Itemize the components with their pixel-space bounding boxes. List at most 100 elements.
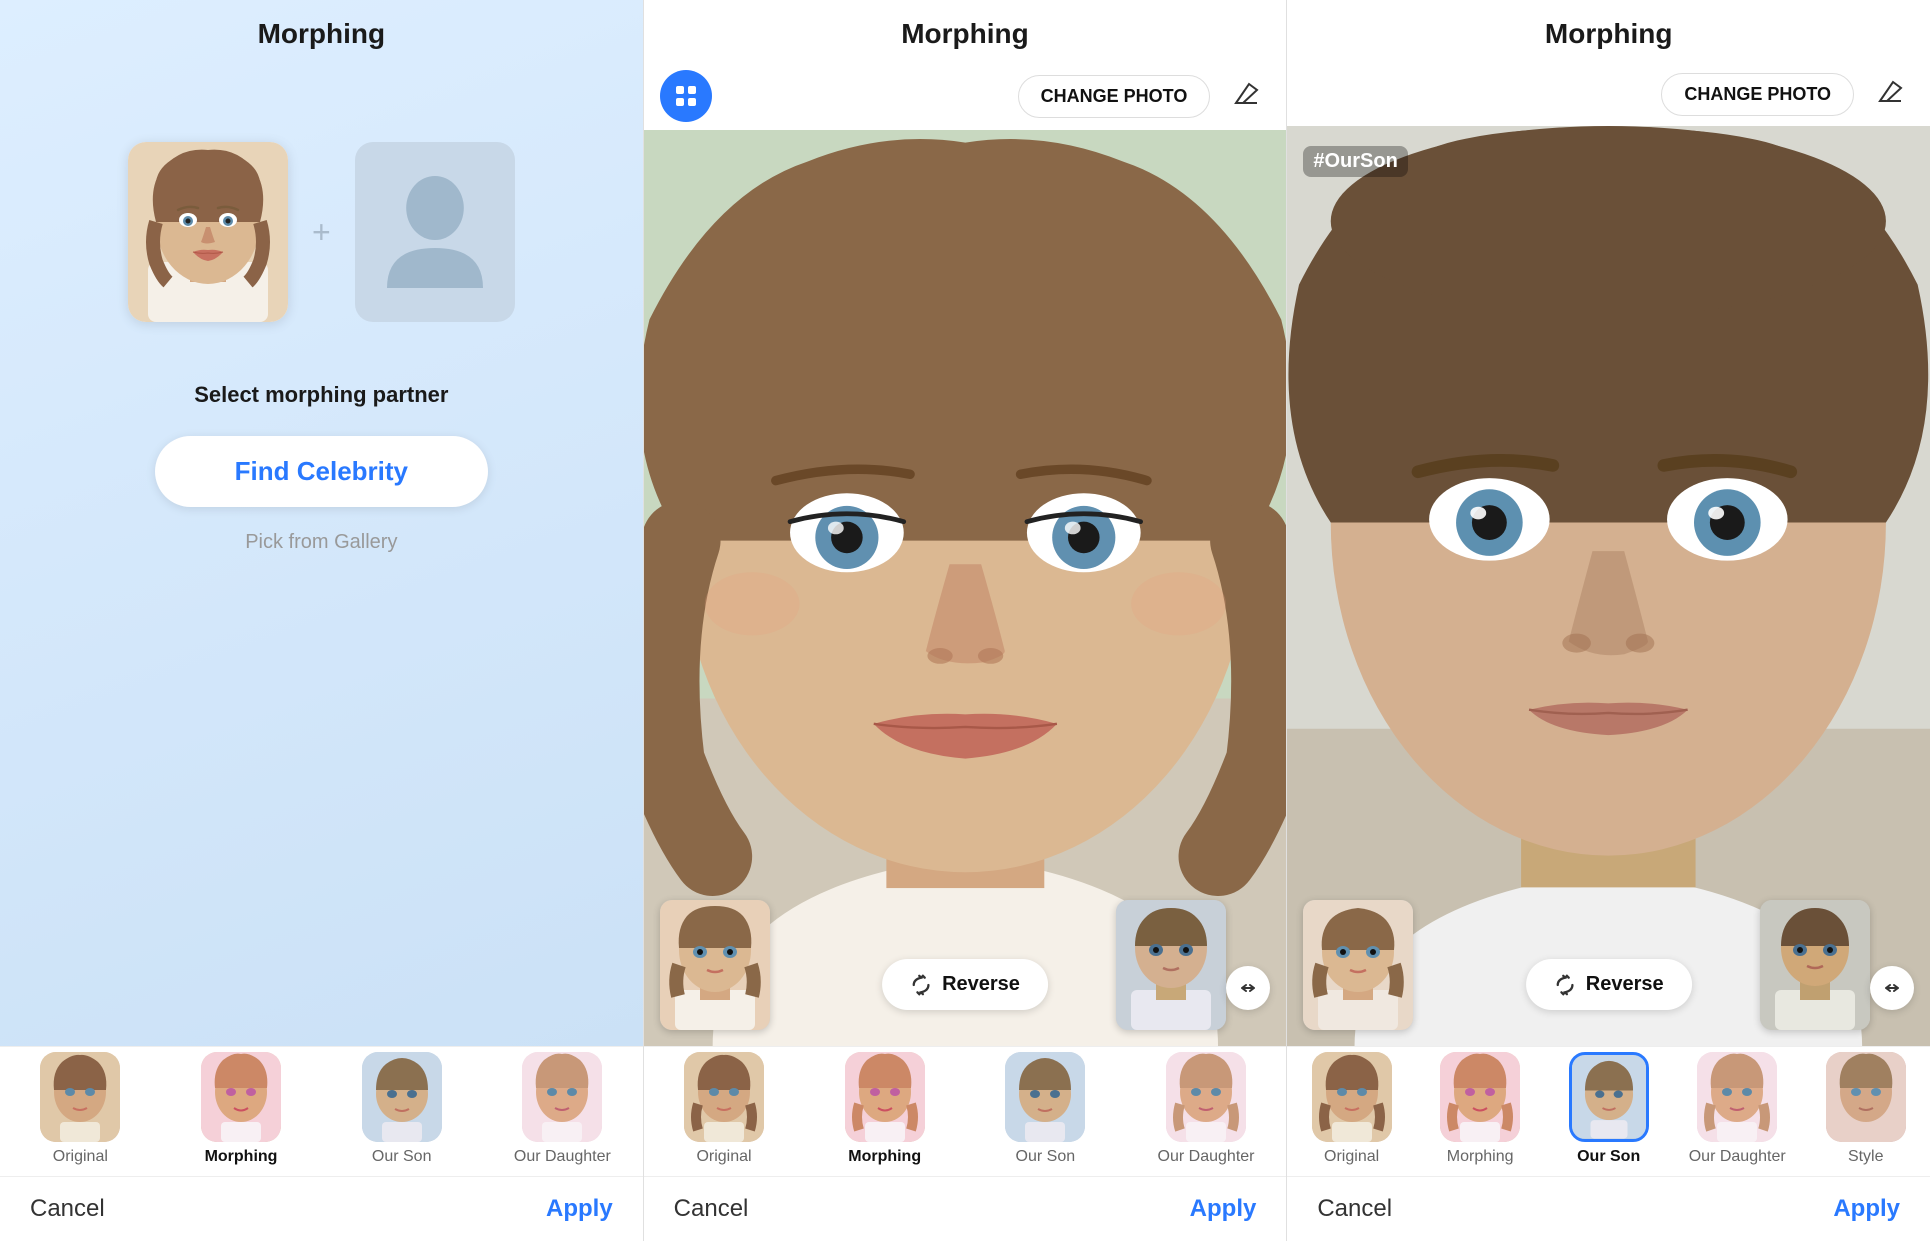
panel2-thumb-left-svg <box>660 900 770 1030</box>
panel2-tab-our-son[interactable]: Our Son <box>965 1047 1126 1176</box>
panel3-apply-button[interactable]: Apply <box>1833 1195 1900 1223</box>
select-label: Select morphing partner <box>194 382 448 408</box>
tab-face-svg-original <box>40 1052 120 1142</box>
panel2-change-photo-button[interactable]: CHANGE PHOTO <box>1018 75 1211 118</box>
placeholder-svg <box>371 160 499 304</box>
panel2-tab-original[interactable]: Original <box>644 1047 805 1176</box>
panel2-eraser-button[interactable] <box>1222 72 1270 120</box>
tab-label-daughter: Our Daughter <box>514 1148 611 1166</box>
panel3-tab-our-daughter[interactable]: Our Daughter <box>1673 1047 1802 1176</box>
panel2-toolbar: CHANGE PHOTO <box>644 62 1287 130</box>
panel2-tab-thumb-daughter <box>1166 1052 1246 1142</box>
panel2-thumb-right[interactable] <box>1116 900 1226 1030</box>
panel1-title: Morphing <box>0 0 643 62</box>
panel3-tab-svg-son <box>1572 1055 1646 1139</box>
panel2-thumb-right-svg <box>1116 900 1226 1030</box>
panel3-tab-thumb-original <box>1312 1052 1392 1142</box>
panel3-tab-original[interactable]: Original <box>1287 1047 1416 1176</box>
tab-face-svg-son <box>362 1052 442 1142</box>
tab-thumb-daughter <box>522 1052 602 1142</box>
panel3-tab-svg-morph <box>1440 1052 1520 1142</box>
tab-our-son[interactable]: Our Son <box>321 1047 482 1176</box>
reverse-label: Reverse <box>942 973 1020 996</box>
panel2-tab-thumb-original <box>684 1052 764 1142</box>
panel2-tab-thumb-morph <box>845 1052 925 1142</box>
panel3-bottom-bar: Cancel Apply <box>1287 1176 1930 1241</box>
plus-sign: + <box>312 214 331 251</box>
grid-icon <box>674 84 698 108</box>
panel1-tabs: Original Morphing <box>0 1046 643 1176</box>
source-photo[interactable] <box>128 142 288 322</box>
panel3-cancel-button[interactable]: Cancel <box>1317 1195 1392 1223</box>
panel2-apply-button[interactable]: Apply <box>1190 1195 1257 1223</box>
tab-face-svg-morph <box>201 1052 281 1142</box>
panel-1: Morphing <box>0 0 643 1241</box>
panel3-tab-thumb-style <box>1826 1052 1906 1142</box>
partner-photo-placeholder[interactable] <box>355 142 515 322</box>
panel3-tab-svg-daughter <box>1697 1052 1777 1142</box>
panel2-tab-morphing[interactable]: Morphing <box>804 1047 965 1176</box>
panel3-tab-label-son: Our Son <box>1577 1148 1640 1166</box>
panel3-reverse-label: Reverse <box>1586 973 1664 996</box>
pick-gallery-link[interactable]: Pick from Gallery <box>245 531 397 554</box>
panel3-thumb-right-svg <box>1760 900 1870 1030</box>
panel2-cancel-button[interactable]: Cancel <box>674 1195 749 1223</box>
panel2-tab-label-son: Our Son <box>1016 1148 1076 1166</box>
panel3-tab-label-morphing: Morphing <box>1447 1148 1514 1166</box>
panel2-tab-label-daughter: Our Daughter <box>1158 1148 1255 1166</box>
panel3-tab-svg-style <box>1826 1052 1906 1142</box>
panel3-thumb-left[interactable] <box>1303 900 1413 1030</box>
tab-face-svg-daughter <box>522 1052 602 1142</box>
source-face-svg <box>128 142 288 322</box>
panel3-thumb-right[interactable] <box>1760 900 1870 1030</box>
panel3-change-photo-button[interactable]: CHANGE PHOTO <box>1661 73 1854 116</box>
panel3-tab-label-daughter: Our Daughter <box>1689 1148 1786 1166</box>
panel2-reverse-button[interactable]: Reverse <box>882 959 1048 1010</box>
panel2-tab-label-original: Original <box>696 1148 751 1166</box>
panel-2: Morphing CHANGE PHOTO <box>643 0 1288 1241</box>
panel1-cancel-button[interactable]: Cancel <box>30 1195 105 1223</box>
panel2-main-image: Reverse <box>644 130 1287 1046</box>
panel3-tabs: Original Morphing <box>1287 1046 1930 1176</box>
panel3-reverse-button[interactable]: Reverse <box>1526 959 1692 1010</box>
panel3-eraser-button[interactable] <box>1866 70 1914 118</box>
panel2-thumb-left[interactable] <box>660 900 770 1030</box>
panel2-tabs: Original Morphing <box>644 1046 1287 1176</box>
panel3-tab-style[interactable]: Style <box>1801 1047 1930 1176</box>
panel3-tab-our-son[interactable]: Our Son <box>1544 1047 1673 1176</box>
panel2-title: Morphing <box>644 0 1287 62</box>
panel2-tab-label-morphing: Morphing <box>848 1148 921 1166</box>
panel3-tab-thumb-daughter <box>1697 1052 1777 1142</box>
panel3-expand-icon <box>1882 978 1902 998</box>
panel2-tab-thumb-son <box>1005 1052 1085 1142</box>
find-celebrity-button[interactable]: Find Celebrity <box>155 436 488 507</box>
panel3-reverse-icon <box>1554 974 1576 996</box>
eraser-icon <box>1231 78 1261 108</box>
panel2-tab-svg-son <box>1005 1052 1085 1142</box>
panel3-tab-thumb-son <box>1569 1052 1649 1142</box>
panel3-tab-morphing[interactable]: Morphing <box>1416 1047 1545 1176</box>
tab-thumb-son <box>362 1052 442 1142</box>
panel1-bottom-bar: Cancel Apply <box>0 1176 643 1241</box>
panel3-main-image: #OurSon <box>1287 126 1930 1046</box>
tab-original[interactable]: Original <box>0 1047 161 1176</box>
panel2-tab-svg-morph <box>845 1052 925 1142</box>
panel3-expand-button[interactable] <box>1870 966 1914 1010</box>
panel3-eraser-icon <box>1875 76 1905 106</box>
tab-label-son: Our Son <box>372 1148 432 1166</box>
panel3-tab-thumb-morph <box>1440 1052 1520 1142</box>
expand-icon <box>1238 978 1258 998</box>
panel3-hashtag: #OurSon <box>1303 146 1407 177</box>
tab-our-daughter[interactable]: Our Daughter <box>482 1047 643 1176</box>
panel3-tab-label-style: Style <box>1848 1148 1884 1166</box>
tab-morphing[interactable]: Morphing <box>161 1047 322 1176</box>
panel1-apply-button[interactable]: Apply <box>546 1195 613 1223</box>
grid-icon-button[interactable] <box>660 70 712 122</box>
tab-thumb-morph <box>201 1052 281 1142</box>
panel2-right-toolbar: CHANGE PHOTO <box>1018 72 1271 120</box>
panel2-bottom-bar: Cancel Apply <box>644 1176 1287 1241</box>
panel2-tab-our-daughter[interactable]: Our Daughter <box>1126 1047 1287 1176</box>
panel3-title: Morphing <box>1287 0 1930 62</box>
panel3-tab-svg-original <box>1312 1052 1392 1142</box>
photo-row: + <box>128 142 515 322</box>
